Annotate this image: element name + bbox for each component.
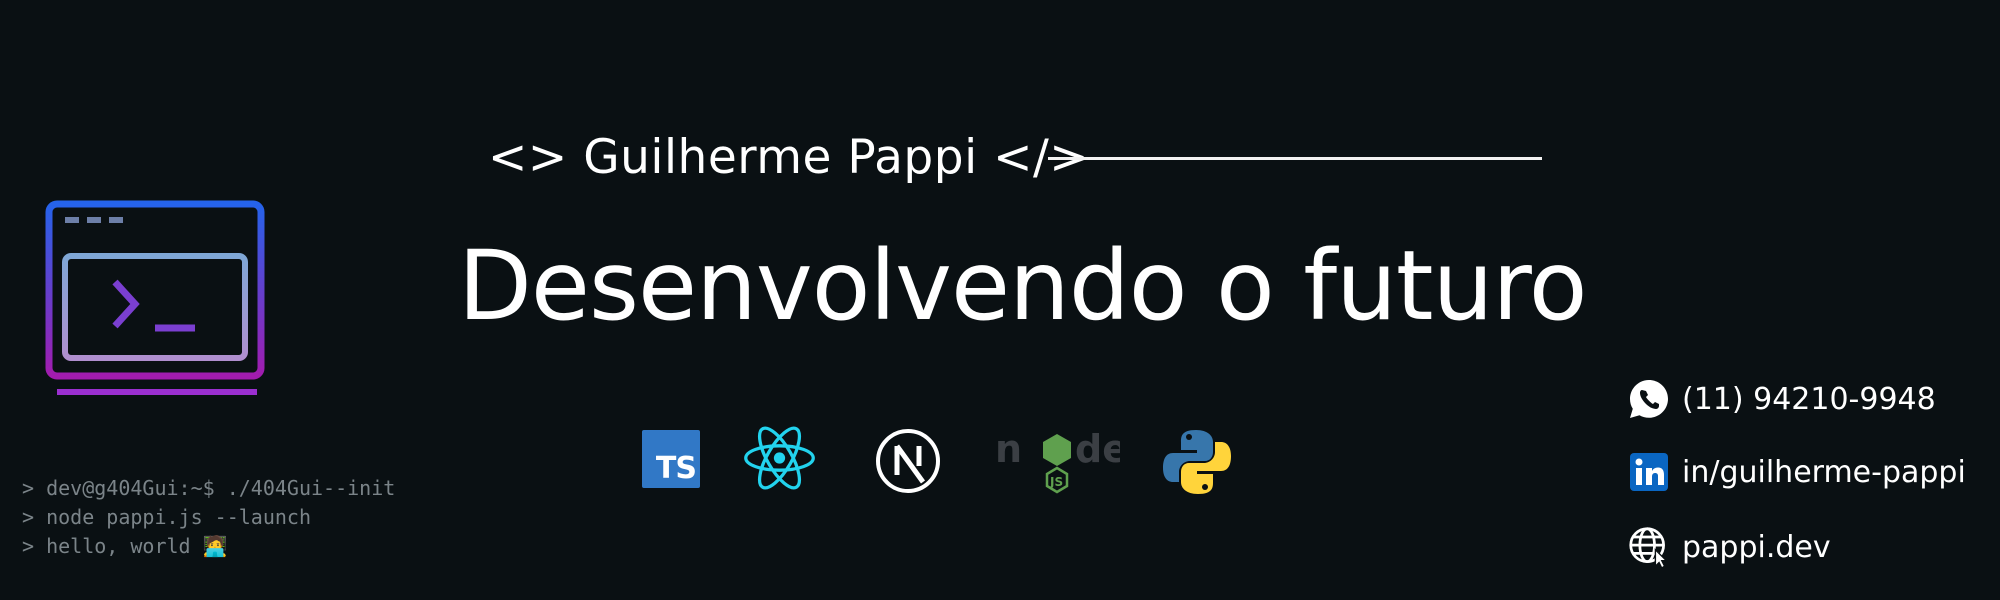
name-tag: <> Guilherme Pappi </> — [488, 130, 1090, 185]
typescript-icon: TS — [642, 430, 700, 488]
node-js-label: JS — [1049, 475, 1063, 489]
terminal-output: > dev@g404Gui:~$ ./404Gui--init > node p… — [22, 474, 395, 561]
whatsapp-icon — [1628, 378, 1670, 420]
header-divider — [1048, 157, 1542, 160]
terminal-line: > node pappi.js --launch — [22, 505, 311, 529]
node-text: n — [995, 428, 1022, 471]
linkedin-icon — [1628, 451, 1670, 493]
svg-text:de: de — [1075, 428, 1120, 471]
nodejs-icon: n de JS — [995, 428, 1120, 494]
python-icon — [1163, 430, 1231, 494]
contact-phone[interactable]: (11) 94210-9948 — [1628, 378, 1936, 420]
website-url: pappi.dev — [1682, 529, 1831, 565]
typescript-label: TS — [655, 451, 697, 486]
linkedin-handle: in/guilherme-pappi — [1682, 454, 1966, 490]
contact-website[interactable]: pappi.dev — [1628, 526, 1831, 570]
headline: Desenvolvendo o futuro — [458, 230, 1587, 342]
terminal-line: > hello, world 🧑‍💻 — [22, 534, 228, 558]
nextjs-icon — [876, 429, 940, 493]
phone-number: (11) 94210-9948 — [1682, 381, 1936, 417]
contact-linkedin[interactable]: in/guilherme-pappi — [1628, 451, 1966, 493]
react-icon — [744, 426, 815, 490]
terminal-line: > dev@g404Gui:~$ ./404Gui--init — [22, 476, 396, 500]
terminal-window-icon — [45, 200, 265, 395]
globe-cursor-icon — [1628, 526, 1670, 570]
